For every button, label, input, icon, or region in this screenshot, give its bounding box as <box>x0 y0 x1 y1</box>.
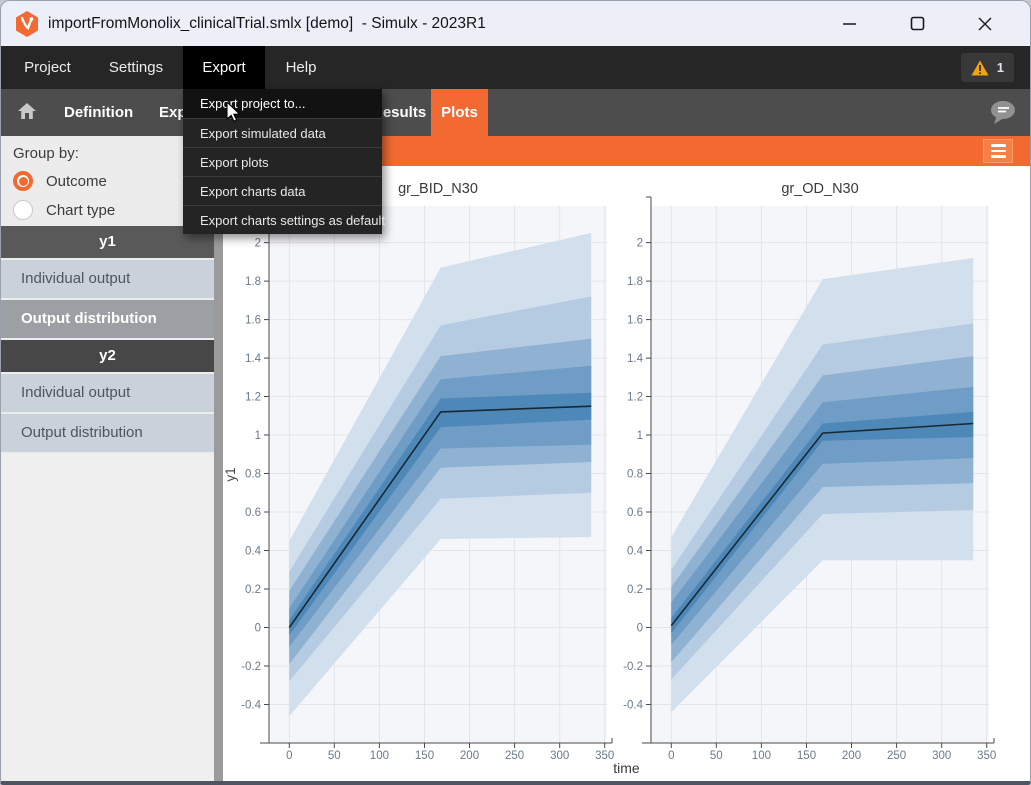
svg-text:-0.4: -0.4 <box>623 700 643 712</box>
menu-item-export-charts-data[interactable]: Export charts data <box>183 176 382 205</box>
menu-bar: Project Settings Export Help 1 <box>1 46 1030 89</box>
comment-icon[interactable] <box>989 100 1016 130</box>
warning-badge[interactable]: 1 <box>961 53 1014 82</box>
menu-item-export-project-to[interactable]: Export project to... <box>183 89 382 118</box>
svg-text:0.2: 0.2 <box>245 584 261 596</box>
svg-text:0.8: 0.8 <box>627 469 643 481</box>
sidebar-item-y1-output-distribution[interactable]: Output distribution <box>1 300 214 338</box>
svg-text:1.6: 1.6 <box>627 315 643 327</box>
svg-text:1.4: 1.4 <box>245 353 262 365</box>
svg-text:-0.4: -0.4 <box>241 700 261 712</box>
svg-text:0.4: 0.4 <box>245 546 262 558</box>
window-title: importFromMonolix_clinicalTrial.smlx [de… <box>48 15 486 33</box>
menu-settings[interactable]: Settings <box>89 46 183 89</box>
radio-outcome-icon[interactable] <box>13 171 33 191</box>
svg-text:0.8: 0.8 <box>245 469 261 481</box>
svg-text:1.2: 1.2 <box>627 392 643 404</box>
menu-help[interactable]: Help <box>265 46 337 89</box>
sidebar-filler <box>1 454 214 781</box>
svg-text:1.8: 1.8 <box>627 276 643 288</box>
app-window: importFromMonolix_clinicalTrial.smlx [de… <box>0 0 1031 785</box>
tab-definition[interactable]: Definition <box>64 89 133 136</box>
chart-gr_BID_N30[interactable]: -0.4-0.200.20.40.60.811.21.41.61.8205010… <box>223 166 611 781</box>
warning-icon <box>971 60 989 76</box>
svg-text:0.6: 0.6 <box>245 507 261 519</box>
home-icon[interactable] <box>17 102 37 125</box>
svg-text:1.4: 1.4 <box>627 353 644 365</box>
sidebar-item-y2-individual-output[interactable]: Individual output <box>1 374 214 412</box>
svg-text:2: 2 <box>637 238 643 250</box>
main-area: Group by: Outcome Chart type y1 Individu… <box>1 136 1030 781</box>
svg-text:0.6: 0.6 <box>627 507 643 519</box>
radio-outcome-label: Outcome <box>46 173 107 190</box>
close-icon[interactable] <box>972 11 998 37</box>
simulx-logo-icon <box>15 11 39 37</box>
svg-text:0.4: 0.4 <box>627 546 644 558</box>
svg-text:2: 2 <box>255 238 261 250</box>
svg-text:1: 1 <box>255 430 261 442</box>
tab-bar: Definition Exploration Simulation Result… <box>1 89 1030 136</box>
radio-outcome[interactable]: Outcome <box>13 169 202 193</box>
sidebar-item-y2-output-distribution[interactable]: Output distribution <box>1 414 214 452</box>
svg-text:1.6: 1.6 <box>245 315 261 327</box>
warning-count: 1 <box>997 60 1004 75</box>
menu-export[interactable]: Export <box>183 46 265 89</box>
radio-chart-type-icon[interactable] <box>13 200 33 220</box>
menu-item-export-simulated-data[interactable]: Export simulated data <box>183 118 382 147</box>
titlebar: importFromMonolix_clinicalTrial.smlx [de… <box>1 1 1030 46</box>
charts-panel: -0.4-0.200.20.40.60.811.21.41.61.8205010… <box>214 166 1030 781</box>
svg-text:gr_BID_N30: gr_BID_N30 <box>398 181 478 197</box>
radio-chart-type-label: Chart type <box>46 202 115 219</box>
sidebar-section-y2[interactable]: y2 <box>1 340 214 372</box>
export-dropdown-menu: Export project to... Export simulated da… <box>183 89 382 234</box>
radio-chart-type[interactable]: Chart type <box>13 198 202 222</box>
group-by-label: Group by: <box>13 145 202 162</box>
maximize-icon[interactable] <box>904 11 930 37</box>
svg-text:-0.2: -0.2 <box>623 661 643 673</box>
menu-item-export-plots[interactable]: Export plots <box>183 147 382 176</box>
hamburger-menu-icon[interactable] <box>983 139 1013 163</box>
cursor-icon <box>226 102 246 124</box>
menu-project[interactable]: Project <box>6 46 89 89</box>
sidebar-item-y1-individual-output[interactable]: Individual output <box>1 260 214 298</box>
svg-text:1.2: 1.2 <box>245 392 261 404</box>
svg-text:1.8: 1.8 <box>245 276 261 288</box>
svg-text:y1: y1 <box>223 467 238 481</box>
svg-text:-0.2: -0.2 <box>241 661 261 673</box>
svg-text:gr_OD_N30: gr_OD_N30 <box>781 181 858 197</box>
tab-plots[interactable]: Plots <box>431 89 488 136</box>
chart-gr_OD_N30[interactable]: -0.4-0.200.20.40.60.811.21.41.61.8205010… <box>611 166 1031 781</box>
menu-item-export-charts-settings-as-default[interactable]: Export charts settings as default <box>183 205 382 234</box>
svg-text:1: 1 <box>637 430 643 442</box>
svg-text:0.2: 0.2 <box>627 584 643 596</box>
svg-text:0: 0 <box>255 623 261 635</box>
x-axis-label: time <box>223 760 1030 776</box>
minimize-icon[interactable] <box>836 11 862 37</box>
svg-text:0: 0 <box>637 623 643 635</box>
